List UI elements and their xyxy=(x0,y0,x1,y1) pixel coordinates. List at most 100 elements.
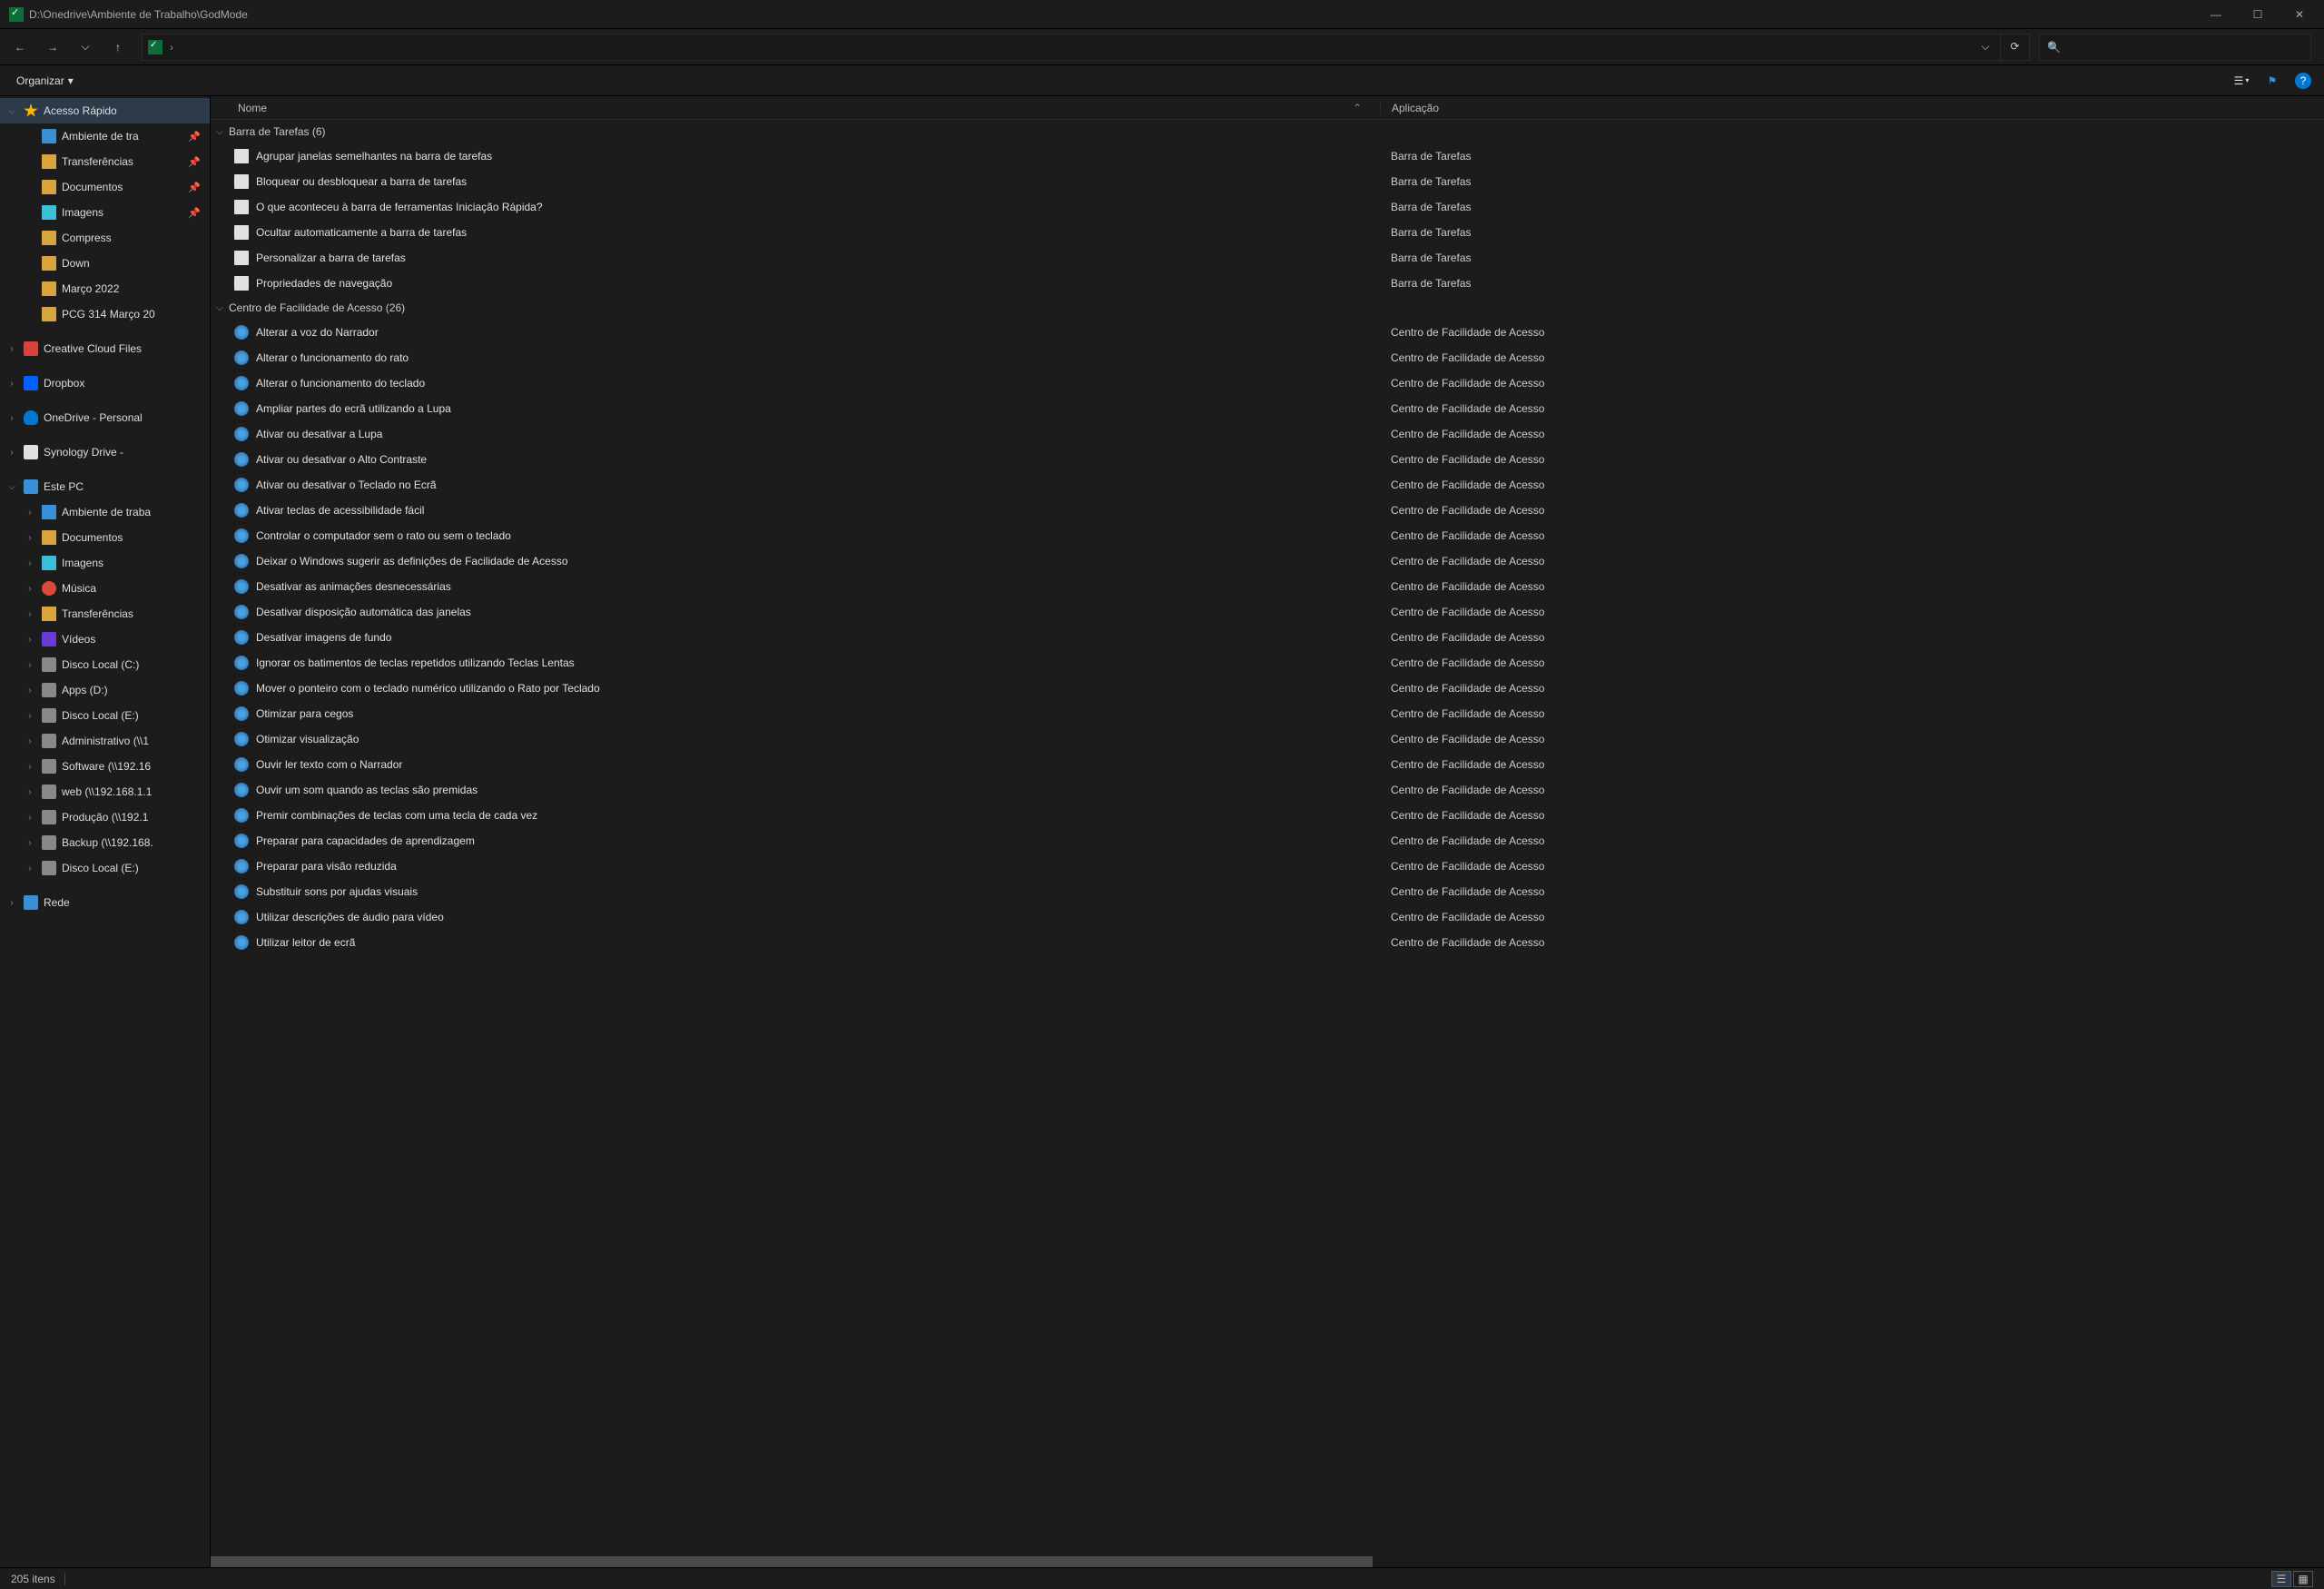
list-item[interactable]: Preparar para visão reduzidaCentro de Fa… xyxy=(211,854,2324,879)
pic-i-icon xyxy=(42,556,56,570)
tree-item[interactable]: ›Transferências xyxy=(0,601,210,627)
tree-item[interactable]: Imagens📌 xyxy=(0,200,210,225)
tree-item[interactable]: ›Synology Drive - xyxy=(0,439,210,465)
column-application[interactable]: Aplicação xyxy=(1380,102,2324,114)
list-item[interactable]: Otimizar para cegosCentro de Facilidade … xyxy=(211,701,2324,726)
address-history-button[interactable]: ⌵ xyxy=(1971,33,2000,62)
location-icon xyxy=(148,40,162,54)
help-button[interactable]: ? xyxy=(2291,69,2315,93)
details-icon: ☰ xyxy=(2277,1573,2287,1585)
tree-item[interactable]: ›Documentos xyxy=(0,525,210,550)
tree-item[interactable]: ›Disco Local (E:) xyxy=(0,703,210,728)
address-bar[interactable]: › ⌵ ⟳ xyxy=(142,34,2030,61)
tree-item[interactable]: ›Disco Local (C:) xyxy=(0,652,210,677)
tree-item[interactable]: ›Imagens xyxy=(0,550,210,576)
list-item[interactable]: Utilizar leitor de ecrãCentro de Facilid… xyxy=(211,930,2324,955)
organize-button[interactable]: Organizar ▾ xyxy=(9,71,81,91)
tree-item[interactable]: ›Administrativo (\\1 xyxy=(0,728,210,754)
tree-item[interactable]: ›Rede xyxy=(0,890,210,915)
tree-item[interactable]: PCG 314 Março 20 xyxy=(0,301,210,327)
drive-i-icon xyxy=(42,759,56,774)
maximize-button[interactable]: ☐ xyxy=(2237,0,2279,29)
history-button[interactable]: ⌵ xyxy=(71,33,100,62)
column-name[interactable]: Nome ⌃ xyxy=(211,102,1380,114)
minimize-button[interactable]: — xyxy=(2195,0,2237,29)
list-item[interactable]: Alterar o funcionamento do tecladoCentro… xyxy=(211,370,2324,396)
tree-item[interactable]: Transferências📌 xyxy=(0,149,210,174)
tree-item[interactable]: ›Apps (D:) xyxy=(0,677,210,703)
tree-item[interactable]: ›Creative Cloud Files xyxy=(0,336,210,361)
chevron-icon: › xyxy=(5,898,18,908)
tree-item[interactable]: ›Software (\\192.16 xyxy=(0,754,210,779)
group-header[interactable]: ⌵Barra de Tarefas (6) xyxy=(211,120,2324,143)
list-item[interactable]: Desativar as animações desnecessáriasCen… xyxy=(211,574,2324,599)
tree-item[interactable]: Documentos📌 xyxy=(0,174,210,200)
tree-item[interactable]: Ambiente de tra📌 xyxy=(0,123,210,149)
scrollbar-thumb[interactable] xyxy=(211,1556,1373,1567)
tree-item[interactable]: ⌵Acesso Rápido xyxy=(0,98,210,123)
item-app-label: Centro de Facilidade de Acesso xyxy=(1380,758,2324,771)
list-item[interactable]: Utilizar descrições de áudio para vídeoC… xyxy=(211,904,2324,930)
back-button[interactable]: ← xyxy=(5,33,34,62)
pin-icon: 📌 xyxy=(188,131,201,143)
list-item[interactable]: Alterar o funcionamento do ratoCentro de… xyxy=(211,345,2324,370)
list-item[interactable]: Propriedades de navegaçãoBarra de Tarefa… xyxy=(211,271,2324,296)
list-item[interactable]: Desativar imagens de fundoCentro de Faci… xyxy=(211,625,2324,650)
list-item[interactable]: Substituir sons por ajudas visuaisCentro… xyxy=(211,879,2324,904)
tree-item[interactable]: Compress xyxy=(0,225,210,251)
list-item[interactable]: Ouvir ler texto com o NarradorCentro de … xyxy=(211,752,2324,777)
list-item[interactable]: Ouvir um som quando as teclas são premid… xyxy=(211,777,2324,803)
list-item[interactable]: Preparar para capacidades de aprendizage… xyxy=(211,828,2324,854)
list-item[interactable]: Mover o ponteiro com o teclado numérico … xyxy=(211,676,2324,701)
list-item[interactable]: Agrupar janelas semelhantes na barra de … xyxy=(211,143,2324,169)
refresh-button[interactable]: ⟳ xyxy=(2000,33,2029,60)
details-view-button[interactable]: ☰ xyxy=(2271,1571,2291,1587)
preview-pane-button[interactable]: ⚑ xyxy=(2260,69,2284,93)
icons-view-button[interactable]: ▦ xyxy=(2293,1571,2313,1587)
tree-item[interactable]: ›Música xyxy=(0,576,210,601)
navigation-tree[interactable]: ⌵Acesso RápidoAmbiente de tra📌Transferên… xyxy=(0,96,211,1567)
list-item[interactable]: Ocultar automaticamente a barra de taref… xyxy=(211,220,2324,245)
list-item[interactable]: Bloquear ou desbloquear a barra de taref… xyxy=(211,169,2324,194)
tree-item[interactable]: Down xyxy=(0,251,210,276)
tree-item[interactable]: ›Ambiente de traba xyxy=(0,499,210,525)
tree-item[interactable]: ›Disco Local (E:) xyxy=(0,855,210,881)
list-item[interactable]: Ignorar os batimentos de teclas repetido… xyxy=(211,650,2324,676)
group-header[interactable]: ⌵Centro de Facilidade de Acesso (26) xyxy=(211,296,2324,320)
list-item[interactable]: Otimizar visualizaçãoCentro de Facilidad… xyxy=(211,726,2324,752)
item-list[interactable]: ⌵Barra de Tarefas (6)Agrupar janelas sem… xyxy=(211,120,2324,1556)
forward-button[interactable]: → xyxy=(38,33,67,62)
tree-item[interactable]: ›OneDrive - Personal xyxy=(0,405,210,430)
list-item[interactable]: Ativar ou desativar a LupaCentro de Faci… xyxy=(211,421,2324,447)
tree-item[interactable]: ›Backup (\\192.168. xyxy=(0,830,210,855)
horizontal-scrollbar[interactable] xyxy=(211,1556,2324,1567)
list-item[interactable]: Personalizar a barra de tarefasBarra de … xyxy=(211,245,2324,271)
tree-item-label: Disco Local (E:) xyxy=(62,862,204,874)
close-button[interactable]: ✕ xyxy=(2279,0,2320,29)
search-input[interactable]: 🔍 xyxy=(2039,34,2311,61)
list-item[interactable]: Alterar a voz do NarradorCentro de Facil… xyxy=(211,320,2324,345)
desktop-i-icon xyxy=(42,505,56,519)
view-options-button[interactable]: ☰ ▾ xyxy=(2230,69,2253,93)
list-item[interactable]: Desativar disposição automática das jane… xyxy=(211,599,2324,625)
grid-icon: ▦ xyxy=(2298,1573,2308,1585)
item-icon xyxy=(234,174,249,189)
tree-item[interactable]: ⌵Este PC xyxy=(0,474,210,499)
tree-item[interactable]: ›Dropbox xyxy=(0,370,210,396)
tree-item[interactable]: ›Produção (\\192.1 xyxy=(0,804,210,830)
tree-item[interactable]: ›Vídeos xyxy=(0,627,210,652)
tree-item[interactable]: Março 2022 xyxy=(0,276,210,301)
item-icon xyxy=(234,325,249,340)
tree-item[interactable]: ›web (\\192.168.1.1 xyxy=(0,779,210,804)
list-item[interactable]: Ativar ou desativar o Teclado no EcrãCen… xyxy=(211,472,2324,498)
list-item[interactable]: Controlar o computador sem o rato ou sem… xyxy=(211,523,2324,548)
list-item[interactable]: Ativar ou desativar o Alto ContrasteCent… xyxy=(211,447,2324,472)
list-item[interactable]: O que aconteceu à barra de ferramentas I… xyxy=(211,194,2324,220)
tree-item-label: Música xyxy=(62,582,204,595)
list-item[interactable]: Deixar o Windows sugerir as definições d… xyxy=(211,548,2324,574)
list-item[interactable]: Ativar teclas de acessibilidade fácilCen… xyxy=(211,498,2324,523)
up-button[interactable]: ↑ xyxy=(103,33,133,62)
list-item[interactable]: Ampliar partes do ecrã utilizando a Lupa… xyxy=(211,396,2324,421)
list-item[interactable]: Premir combinações de teclas com uma tec… xyxy=(211,803,2324,828)
toolbar: Organizar ▾ ☰ ▾ ⚑ ? xyxy=(0,65,2324,96)
